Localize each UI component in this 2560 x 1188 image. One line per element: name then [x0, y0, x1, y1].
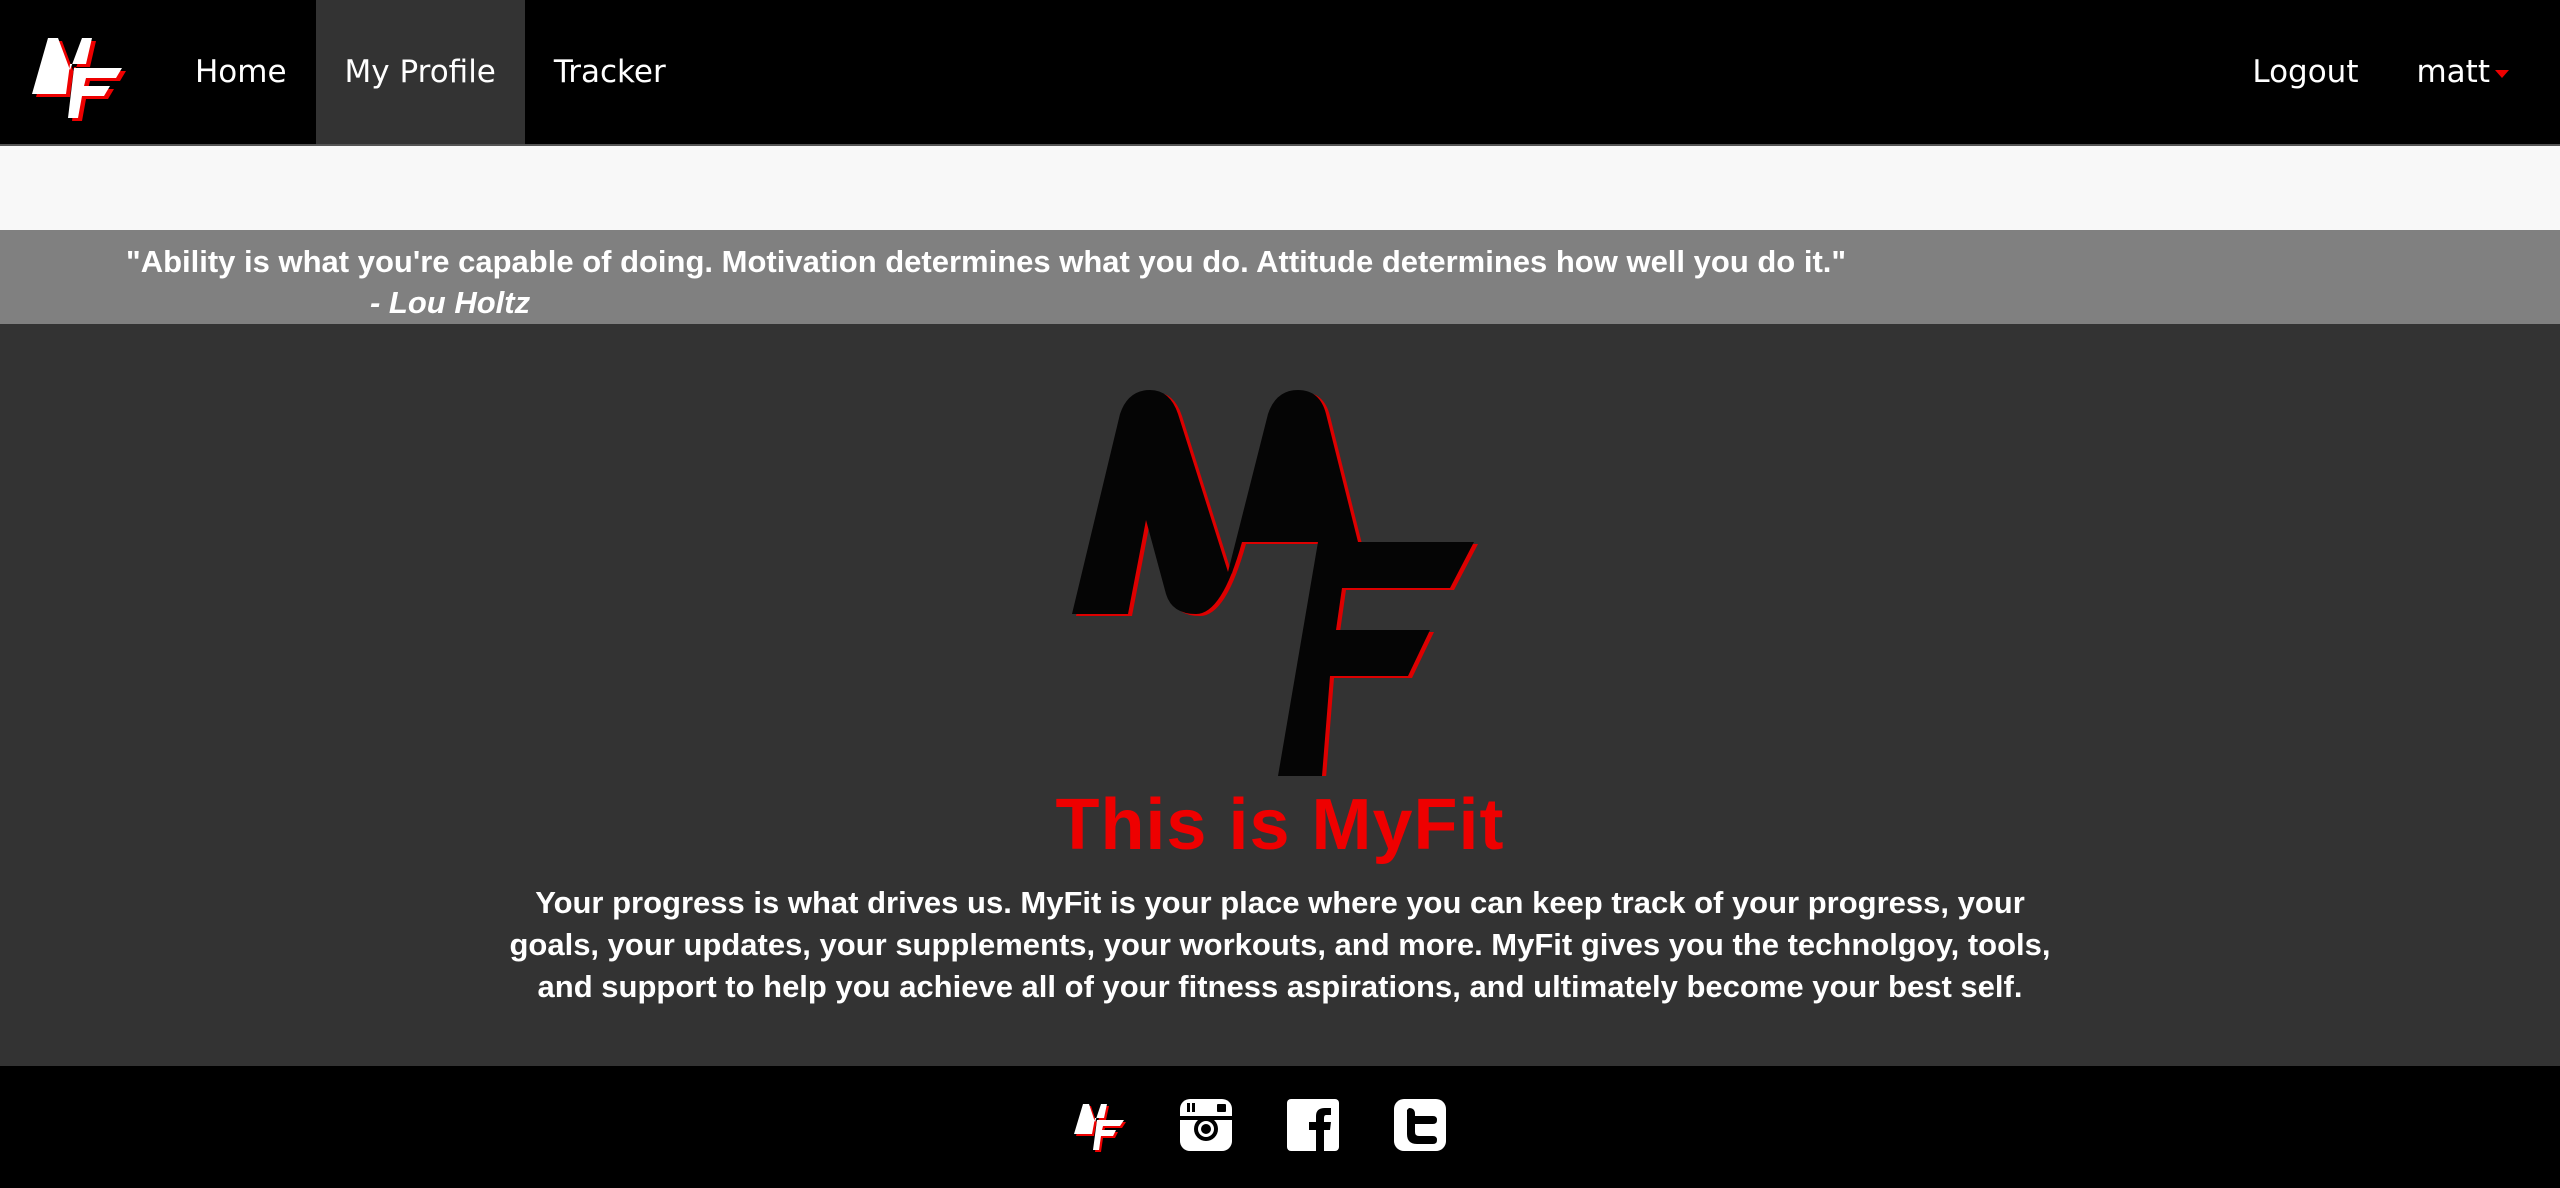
top-navbar: Home My Profile Tracker Logout matt — [0, 0, 2560, 146]
myfit-hero-logo — [1072, 390, 1478, 776]
facebook-icon[interactable] — [1284, 1096, 1342, 1154]
nav-my-profile-link[interactable]: My Profile — [315, 0, 525, 144]
twitter-icon[interactable] — [1391, 1096, 1449, 1154]
spacer-strip — [0, 146, 2560, 230]
instagram-icon[interactable] — [1177, 1096, 1235, 1154]
nav-main-links: Home My Profile Tracker — [166, 0, 695, 146]
quote-author: - Lou Holtz — [370, 285, 531, 320]
nav-user-links: Logout matt — [2223, 0, 2538, 146]
logout-link[interactable]: Logout — [2223, 0, 2387, 144]
footer — [0, 1066, 2560, 1188]
quote-text: "Ability is what you're capable of doing… — [126, 244, 1847, 279]
hero-section: This is MyFit Your progress is what driv… — [0, 324, 2560, 1066]
myfit-logo-icon[interactable] — [26, 24, 132, 124]
nav-tracker-link[interactable]: Tracker — [525, 0, 695, 144]
user-menu-dropdown[interactable]: matt — [2387, 0, 2538, 144]
myfit-logo-icon[interactable] — [1070, 1096, 1128, 1154]
quote-banner: "Ability is what you're capable of doing… — [0, 230, 2560, 324]
hero-description: Your progress is what drives us. MyFit i… — [509, 885, 2051, 1004]
caret-down-icon — [2495, 70, 2509, 78]
hero-title: This is MyFit — [1055, 785, 1505, 865]
user-name: matt — [2416, 54, 2490, 90]
footer-icon-row — [1070, 1096, 1449, 1154]
nav-home-link[interactable]: Home — [166, 0, 316, 144]
